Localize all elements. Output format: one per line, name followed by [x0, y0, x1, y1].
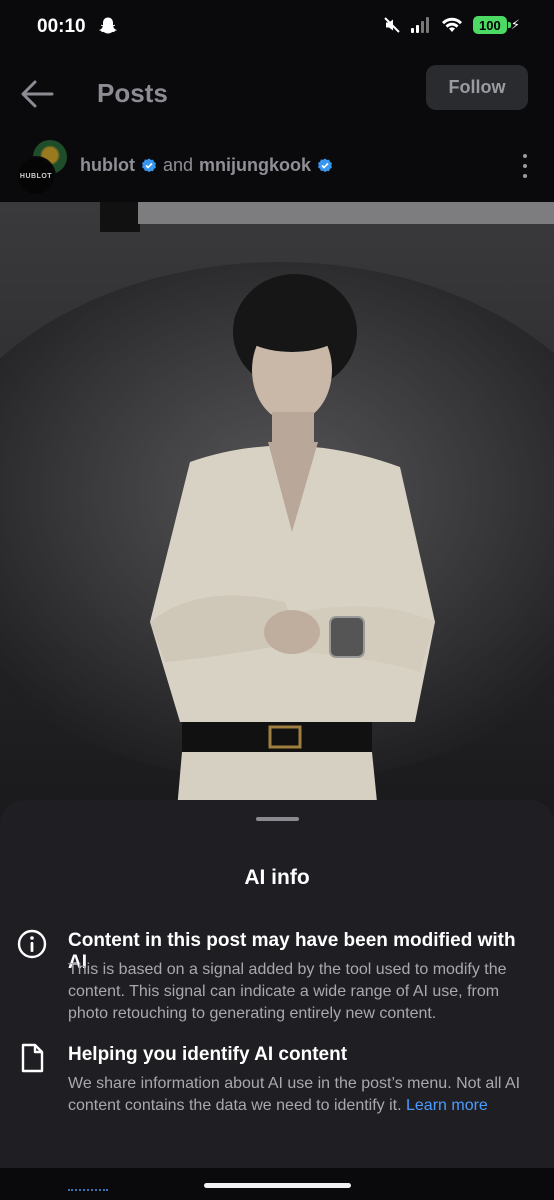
mute-icon [384, 17, 400, 33]
home-indicator-area [0, 1168, 554, 1200]
person-figure [150, 274, 435, 832]
avatar-hublot[interactable]: HUBLOT [16, 156, 56, 196]
learn-more-link[interactable]: Learn more [406, 1097, 488, 1114]
ai-info-sheet: AI info Content in this post may have be… [0, 800, 554, 1168]
sheet-drag-handle[interactable] [256, 817, 299, 821]
status-bar: 00:10 100 ⚡ [0, 0, 554, 56]
follow-button[interactable]: Follow [426, 65, 528, 110]
battery-level: 100 [479, 17, 501, 33]
verified-badge-icon [142, 158, 156, 172]
scroll-peek [68, 1189, 108, 1195]
status-time: 00:10 [37, 16, 86, 37]
post-photo[interactable] [0, 202, 554, 832]
home-indicator[interactable] [204, 1183, 351, 1188]
username-hublot[interactable]: hublot [80, 155, 135, 176]
more-options-icon[interactable] [522, 154, 528, 178]
item-body: This is based on a signal added by the t… [68, 961, 507, 1022]
author-names: hublot and mnijungkook [80, 155, 333, 176]
snapchat-icon [99, 17, 117, 34]
username-mnijungkook[interactable]: mnijungkook [199, 155, 311, 176]
wifi-icon [441, 17, 462, 32]
info-icon [17, 929, 47, 959]
top-bar: Posts Follow [0, 56, 554, 128]
back-arrow-icon[interactable] [20, 78, 54, 110]
battery-icon: 100 [472, 16, 511, 34]
item-body: We share information about AI use in the… [68, 1073, 538, 1117]
verified-badge-icon [318, 158, 332, 172]
document-icon [21, 1043, 44, 1073]
charging-icon: ⚡ [510, 17, 520, 32]
item-heading: Helping you identify AI content [68, 1044, 348, 1065]
avatar-logo-text: HUBLOT [19, 172, 53, 180]
post-author-row: HUBLOT hublot and mnijungkook [0, 128, 554, 200]
sheet-title: AI info [244, 866, 310, 889]
signal-icon [410, 17, 429, 33]
author-connector: and [162, 155, 194, 175]
page-title: Posts [97, 78, 168, 108]
